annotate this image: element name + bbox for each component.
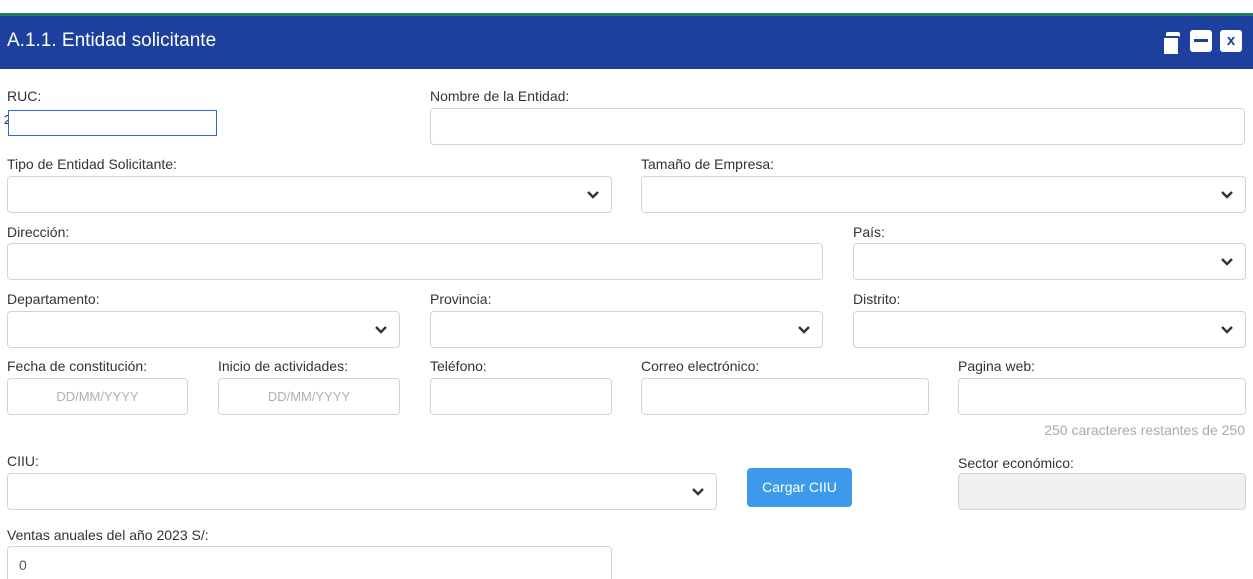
telefono-input[interactable] <box>430 378 612 415</box>
tamano-label: Tamaño de Empresa: <box>641 156 775 172</box>
chevron-down-icon <box>798 326 810 334</box>
direccion-input[interactable] <box>7 243 823 280</box>
chevron-down-icon <box>1221 258 1233 266</box>
nombre-input[interactable] <box>430 108 1245 145</box>
web-label: Pagina web: <box>958 358 1036 374</box>
header-actions: x <box>1160 30 1242 56</box>
cargar-ciiu-button[interactable]: Cargar CIIU <box>747 468 852 507</box>
minimize-icon[interactable] <box>1190 30 1212 52</box>
inicio-actividades-input[interactable]: DD/MM/YYYY <box>218 378 400 415</box>
ciiu-label: CIIU: <box>7 453 39 469</box>
ventas-label: Ventas anuales del año 2023 S/: <box>7 527 209 543</box>
pais-select[interactable] <box>853 243 1246 280</box>
distrito-label: Distrito: <box>853 291 901 307</box>
direccion-label: Dirección: <box>7 224 70 240</box>
tipo-label: Tipo de Entidad Solicitante: <box>7 156 177 172</box>
correo-input[interactable] <box>641 378 929 415</box>
close-icon[interactable]: x <box>1220 30 1242 52</box>
correo-label: Correo electrónico: <box>641 358 760 374</box>
fecha-constitucion-input[interactable]: DD/MM/YYYY <box>7 378 188 415</box>
pais-label: País: <box>853 224 885 240</box>
chevron-down-icon <box>1221 191 1233 199</box>
distrito-select[interactable] <box>853 311 1246 348</box>
inicio-actividades-label: Inicio de actividades: <box>218 358 348 374</box>
chevron-down-icon <box>587 191 599 199</box>
panel-header: A.1.1. Entidad solicitante x <box>0 16 1253 69</box>
fecha-constitucion-placeholder: DD/MM/YYYY <box>56 389 139 404</box>
provincia-label: Provincia: <box>430 291 492 307</box>
copy-icon[interactable] <box>1160 30 1182 56</box>
tamano-select[interactable] <box>641 176 1246 213</box>
chevron-down-icon <box>1221 326 1233 334</box>
fecha-constitucion-label: Fecha de constitución: <box>7 358 148 374</box>
telefono-label: Teléfono: <box>430 358 487 374</box>
web-char-counter: 250 caracteres restantes de 250 <box>1044 422 1245 438</box>
ruc-input[interactable] <box>8 110 217 136</box>
nombre-label: Nombre de la Entidad: <box>430 88 570 104</box>
provincia-select[interactable] <box>430 311 823 348</box>
ventas-input[interactable]: 0 <box>7 546 612 579</box>
chevron-down-icon <box>692 488 704 496</box>
departamento-label: Departamento: <box>7 291 100 307</box>
chevron-down-icon <box>375 326 387 334</box>
sector-label: Sector económico: <box>958 455 1074 471</box>
panel-title: A.1.1. Entidad solicitante <box>7 30 217 51</box>
web-input[interactable] <box>958 378 1246 415</box>
inicio-actividades-placeholder: DD/MM/YYYY <box>267 389 351 404</box>
ruc-label: RUC: <box>7 88 42 104</box>
sector-input <box>958 473 1246 510</box>
tipo-select[interactable] <box>7 176 612 213</box>
ventas-value: 0 <box>19 557 27 573</box>
departamento-select[interactable] <box>7 311 400 348</box>
top-strip <box>0 0 1253 16</box>
ciiu-select[interactable] <box>7 473 717 510</box>
